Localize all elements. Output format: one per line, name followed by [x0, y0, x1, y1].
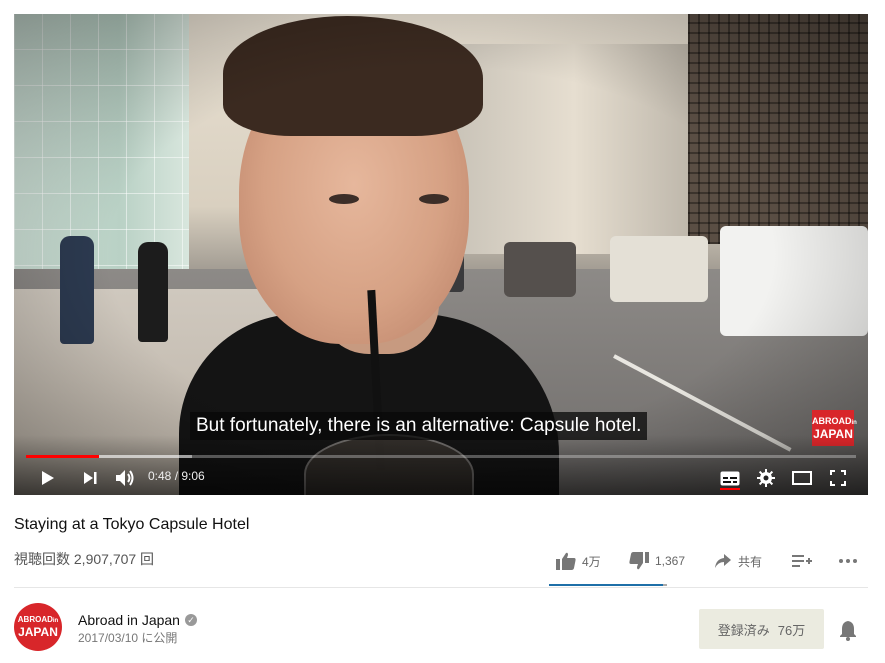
play-icon [42, 471, 54, 485]
theater-icon [792, 471, 812, 485]
subscribe-button[interactable]: 登録済み 76万 [699, 609, 824, 649]
like-button[interactable]: 4万 [556, 549, 601, 573]
captions-button[interactable] [718, 466, 742, 490]
captions-active-indicator [720, 488, 740, 490]
played-bar [26, 455, 100, 458]
fullscreen-button[interactable] [826, 466, 850, 490]
volume-icon [116, 470, 134, 486]
bell-icon [840, 621, 856, 641]
more-horizontal-icon [839, 559, 857, 563]
share-icon [715, 554, 731, 568]
watch-page: But fortunately, there is an alternative… [0, 0, 885, 663]
settings-button[interactable] [754, 466, 778, 490]
captions-icon [720, 471, 740, 485]
thumbs-down-icon [629, 552, 649, 570]
channel-avatar[interactable]: ABROADin JAPAN [14, 603, 62, 651]
like-count: 4万 [582, 554, 601, 569]
video-title: Staying at a Tokyo Capsule Hotel [14, 516, 250, 533]
sentiment-bar [549, 584, 667, 586]
sentiment-likes-fill [549, 584, 664, 586]
next-button[interactable] [78, 466, 102, 490]
notification-bell-button[interactable] [838, 619, 858, 641]
settings-icon [757, 469, 775, 487]
play-button[interactable] [36, 466, 60, 490]
dislike-count: 1,367 [655, 554, 686, 568]
time-display: 0:48 / 9:06 [148, 469, 205, 483]
subscribed-label: 登録済み [717, 622, 770, 638]
dislike-button[interactable]: 1,367 [629, 549, 685, 573]
avatar-line-2: JAPAN [18, 625, 58, 639]
thumbs-up-icon [556, 552, 576, 570]
add-to-playlist-button[interactable] [792, 549, 818, 573]
view-count: 視聴回数 2,907,707 回 [14, 551, 155, 567]
fullscreen-icon [830, 470, 846, 486]
add-to-playlist-icon [792, 555, 812, 567]
publish-date: 2017/03/10 に公開 [78, 631, 178, 645]
theater-mode-button[interactable] [790, 466, 814, 490]
next-icon [84, 472, 97, 484]
more-actions-button[interactable] [838, 549, 864, 573]
channel-name-link[interactable]: Abroad in Japan ✓ [78, 612, 197, 628]
channel-name: Abroad in Japan [78, 612, 180, 628]
share-button[interactable]: 共有 [714, 549, 762, 573]
volume-button[interactable] [113, 466, 137, 490]
share-label: 共有 [738, 554, 763, 569]
subscriber-count: 76万 [777, 622, 806, 638]
section-divider [14, 587, 868, 588]
verified-icon: ✓ [184, 614, 197, 626]
video-player[interactable]: But fortunately, there is an alternative… [14, 14, 868, 495]
progress-bar[interactable] [26, 455, 856, 458]
